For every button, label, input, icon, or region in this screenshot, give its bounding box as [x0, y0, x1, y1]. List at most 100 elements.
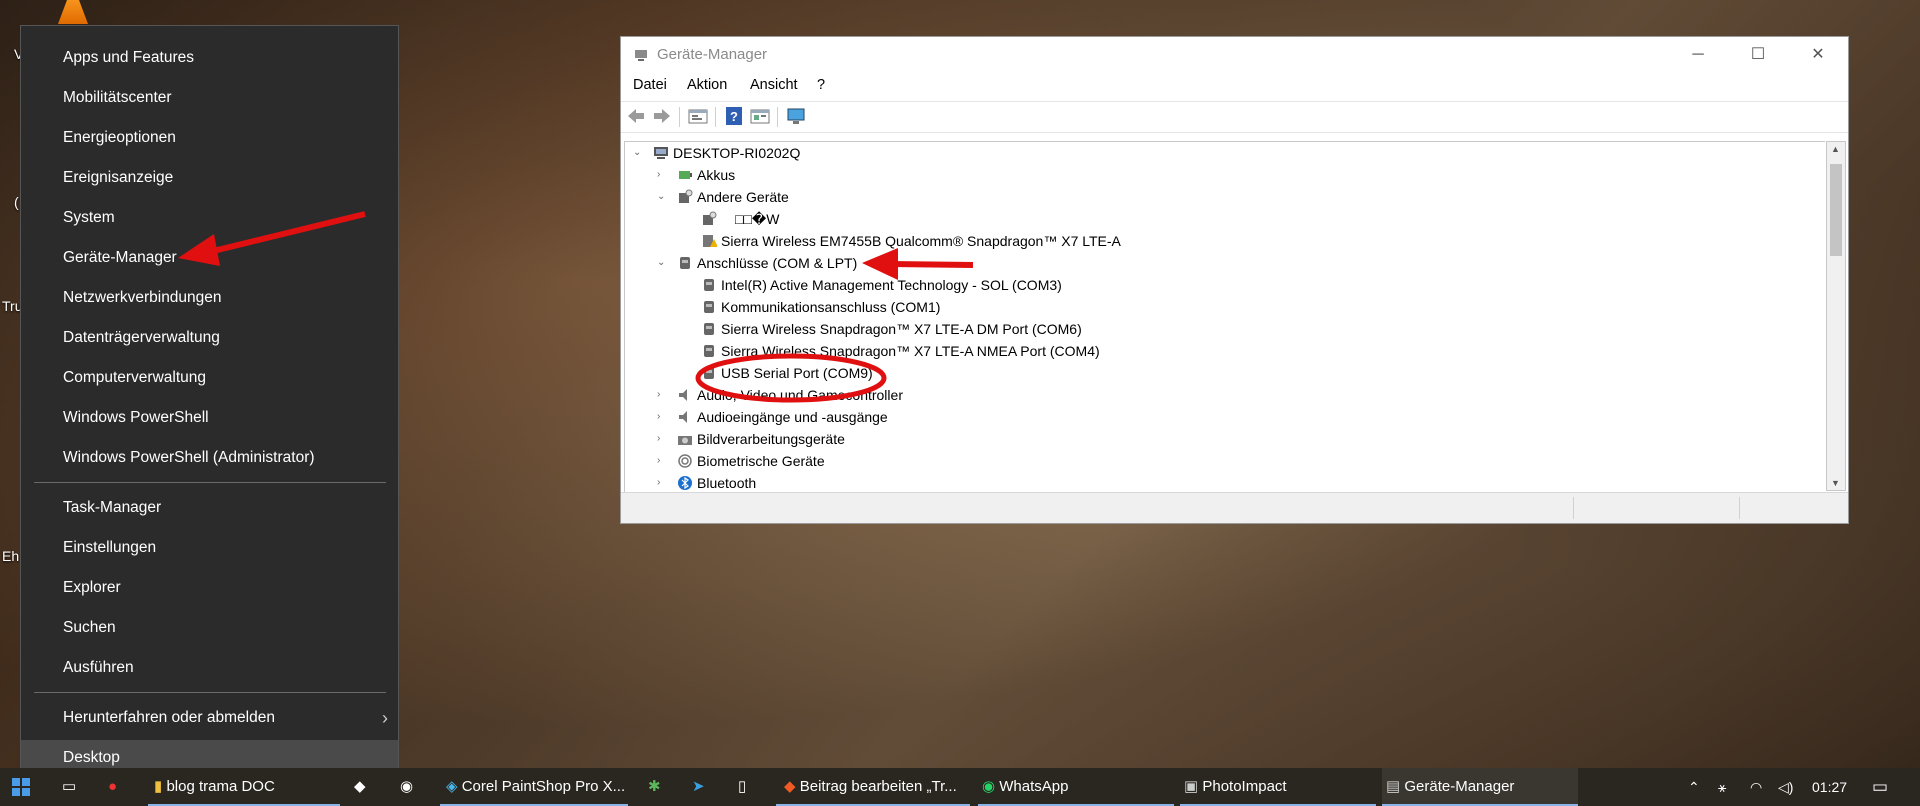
- tree-node-kommunikationsanschluss[interactable]: Kommunikationsanschluss (COM1): [625, 296, 1525, 318]
- chevron-right-icon: ›: [657, 455, 661, 466]
- wifi-icon[interactable]: ◠: [1750, 768, 1762, 806]
- menu-item-netzwerkverbindungen[interactable]: Netzwerkverbindungen: [21, 280, 398, 316]
- taskbar-item-brave[interactable]: ◆ Beitrag bearbeiten „Tr...: [776, 768, 970, 806]
- menu-item-geraete-manager[interactable]: Geräte-Manager: [21, 240, 398, 276]
- minimize-button[interactable]: ─: [1668, 37, 1728, 73]
- maximize-button[interactable]: ☐: [1728, 37, 1788, 73]
- tree-node-sierra-em7455[interactable]: Sierra Wireless EM7455B Qualcomm® Snapdr…: [625, 230, 1525, 252]
- task-view-icon[interactable]: ▭: [62, 768, 76, 806]
- tree-node-bluetooth[interactable]: › Bluetooth: [625, 472, 1525, 492]
- tree-label: DESKTOP-RI0202Q: [673, 145, 801, 161]
- desktop-label-fragment: Eh: [2, 548, 20, 564]
- document-icon[interactable]: ▯: [738, 768, 746, 806]
- scroll-up-icon[interactable]: ▲: [1831, 144, 1840, 154]
- chevron-up-icon[interactable]: ⌃: [1688, 768, 1700, 806]
- toolbar-separator: [777, 107, 778, 127]
- chevron-right-icon: ›: [382, 708, 388, 728]
- taskbar-item-geraete-manager[interactable]: ▤ Geräte-Manager: [1382, 768, 1578, 806]
- menu-item-explorer[interactable]: Explorer: [21, 570, 398, 606]
- tree-node-intel-amt[interactable]: Intel(R) Active Management Technology - …: [625, 274, 1525, 296]
- toolbar: ?: [621, 101, 1848, 133]
- pin-icon[interactable]: ◆: [354, 768, 366, 806]
- menu-aktion[interactable]: Aktion: [687, 77, 727, 93]
- menu-item-herunterfahren[interactable]: Herunterfahren oder abmelden ›: [21, 700, 398, 736]
- tree-node-audio-video[interactable]: › Audio, Video und Gamecontroller: [625, 384, 1525, 406]
- menu-item-system[interactable]: System: [21, 200, 398, 236]
- scan-hardware-icon[interactable]: [785, 106, 807, 126]
- menu-item-windows-powershell-admin[interactable]: Windows PowerShell (Administrator): [21, 440, 398, 476]
- menu-item-ereignisanzeige[interactable]: Ereignisanzeige: [21, 160, 398, 196]
- warning-device-icon: [703, 235, 717, 247]
- speaker-icon: [679, 411, 687, 423]
- status-separator: [1573, 497, 1574, 519]
- taskbar-item-label: Corel PaintShop Pro X...: [461, 778, 626, 795]
- menu-item-windows-powershell[interactable]: Windows PowerShell: [21, 400, 398, 436]
- title-bar[interactable]: Geräte-Manager ─ ☐ ✕: [621, 37, 1848, 73]
- port-icon: [704, 323, 714, 335]
- network-icon[interactable]: ⚹: [1718, 768, 1726, 806]
- menu-item-datentraegerverwaltung[interactable]: Datenträgerverwaltung: [21, 320, 398, 356]
- tree-node-sierra-dm[interactable]: Sierra Wireless Snapdragon™ X7 LTE-A DM …: [625, 318, 1525, 340]
- window-title: Geräte-Manager: [657, 46, 768, 63]
- menu-item-suchen[interactable]: Suchen: [21, 610, 398, 646]
- menu-item-task-manager[interactable]: Task-Manager: [21, 490, 398, 526]
- port-icon: [704, 345, 714, 357]
- status-bar: [621, 492, 1848, 523]
- svg-text:?: ?: [730, 109, 738, 124]
- taskbar-item-blog[interactable]: ▮ blog trama DOC: [148, 768, 340, 806]
- properties-icon[interactable]: [687, 106, 709, 126]
- menu-help[interactable]: ?: [817, 77, 825, 93]
- forward-arrow-icon[interactable]: [651, 106, 673, 126]
- chrome-icon[interactable]: ◉: [400, 768, 413, 806]
- scrollbar-thumb[interactable]: [1830, 164, 1842, 256]
- tree-node-akkus[interactable]: › Akkus: [625, 164, 1525, 186]
- tree-node-anschluesse[interactable]: ⌄ Anschlüsse (COM & LPT): [625, 252, 1525, 274]
- taskbar-item-whatsapp[interactable]: ◉ WhatsApp: [978, 768, 1174, 806]
- menu-item-ausfuehren[interactable]: Ausführen: [21, 650, 398, 686]
- close-button[interactable]: ✕: [1788, 37, 1848, 73]
- taskbar: ▭ ● ▮ blog trama DOC ◆ ◉ ◈ Corel PaintSh…: [0, 768, 1920, 806]
- menu-ansicht[interactable]: Ansicht: [750, 77, 798, 93]
- winx-context-menu: Apps und Features Mobilitätscenter Energ…: [20, 25, 399, 787]
- port-icon: [704, 279, 714, 291]
- menu-datei[interactable]: Datei: [633, 77, 667, 93]
- back-arrow-icon[interactable]: [625, 106, 647, 126]
- notification-icon[interactable]: ▭: [1872, 768, 1888, 806]
- taskbar-item-photoimpact[interactable]: ▣ PhotoImpact: [1180, 768, 1376, 806]
- taskbar-item-corel[interactable]: ◈ Corel PaintShop Pro X...: [440, 768, 628, 806]
- tree-node-unknown[interactable]: □□�W: [625, 208, 1525, 230]
- tree-node-audio-io[interactable]: › Audioeingänge und -ausgänge: [625, 406, 1525, 428]
- vertical-scrollbar[interactable]: ▲ ▼: [1826, 141, 1846, 491]
- menu-item-einstellungen[interactable]: Einstellungen: [21, 530, 398, 566]
- tree-node-bildverarbeitung[interactable]: › Bildverarbeitungsgeräte: [625, 428, 1525, 450]
- telegram-icon[interactable]: ➤: [692, 768, 705, 806]
- tree-label: □□�W: [735, 211, 780, 227]
- menu-item-energieoptionen[interactable]: Energieoptionen: [21, 120, 398, 156]
- vs-icon[interactable]: ✱: [648, 768, 661, 806]
- menu-separator: [34, 482, 386, 483]
- chevron-right-icon: ›: [657, 169, 661, 180]
- tree-node-root[interactable]: ⌄ DESKTOP-RI0202Q: [625, 142, 1525, 164]
- tree-label: Sierra Wireless Snapdragon™ X7 LTE-A DM …: [721, 321, 1082, 337]
- menu-item-label: Herunterfahren oder abmelden: [63, 709, 275, 726]
- update-driver-icon[interactable]: [749, 106, 771, 126]
- app-icon[interactable]: ●: [108, 768, 117, 806]
- tree-node-andere-geraete[interactable]: ⌄ Andere Geräte: [625, 186, 1525, 208]
- help-icon[interactable]: ?: [723, 106, 745, 126]
- volume-icon[interactable]: ◁): [1778, 768, 1793, 806]
- tree-label: Biometrische Geräte: [697, 453, 825, 469]
- tree-node-sierra-nmea[interactable]: Sierra Wireless Snapdragon™ X7 LTE-A NME…: [625, 340, 1525, 362]
- scroll-down-icon[interactable]: ▼: [1831, 478, 1840, 488]
- port-icon: [704, 367, 714, 379]
- tree-node-usb-serial[interactable]: USB Serial Port (COM9): [625, 362, 1525, 384]
- tree-node-biometrisch[interactable]: › Biometrische Geräte: [625, 450, 1525, 472]
- clock[interactable]: 01:27: [1812, 768, 1847, 806]
- menu-item-computerverwaltung[interactable]: Computerverwaltung: [21, 360, 398, 396]
- menu-item-apps-und-features[interactable]: Apps und Features: [21, 40, 398, 76]
- menu-item-mobilitaetscenter[interactable]: Mobilitätscenter: [21, 80, 398, 116]
- windows-start-icon[interactable]: [12, 778, 30, 796]
- tree-label: Intel(R) Active Management Technology - …: [721, 277, 1062, 293]
- tree-label: USB Serial Port (COM9): [721, 365, 873, 381]
- speaker-icon: [679, 389, 687, 401]
- taskbar-item-label: PhotoImpact: [1202, 778, 1287, 795]
